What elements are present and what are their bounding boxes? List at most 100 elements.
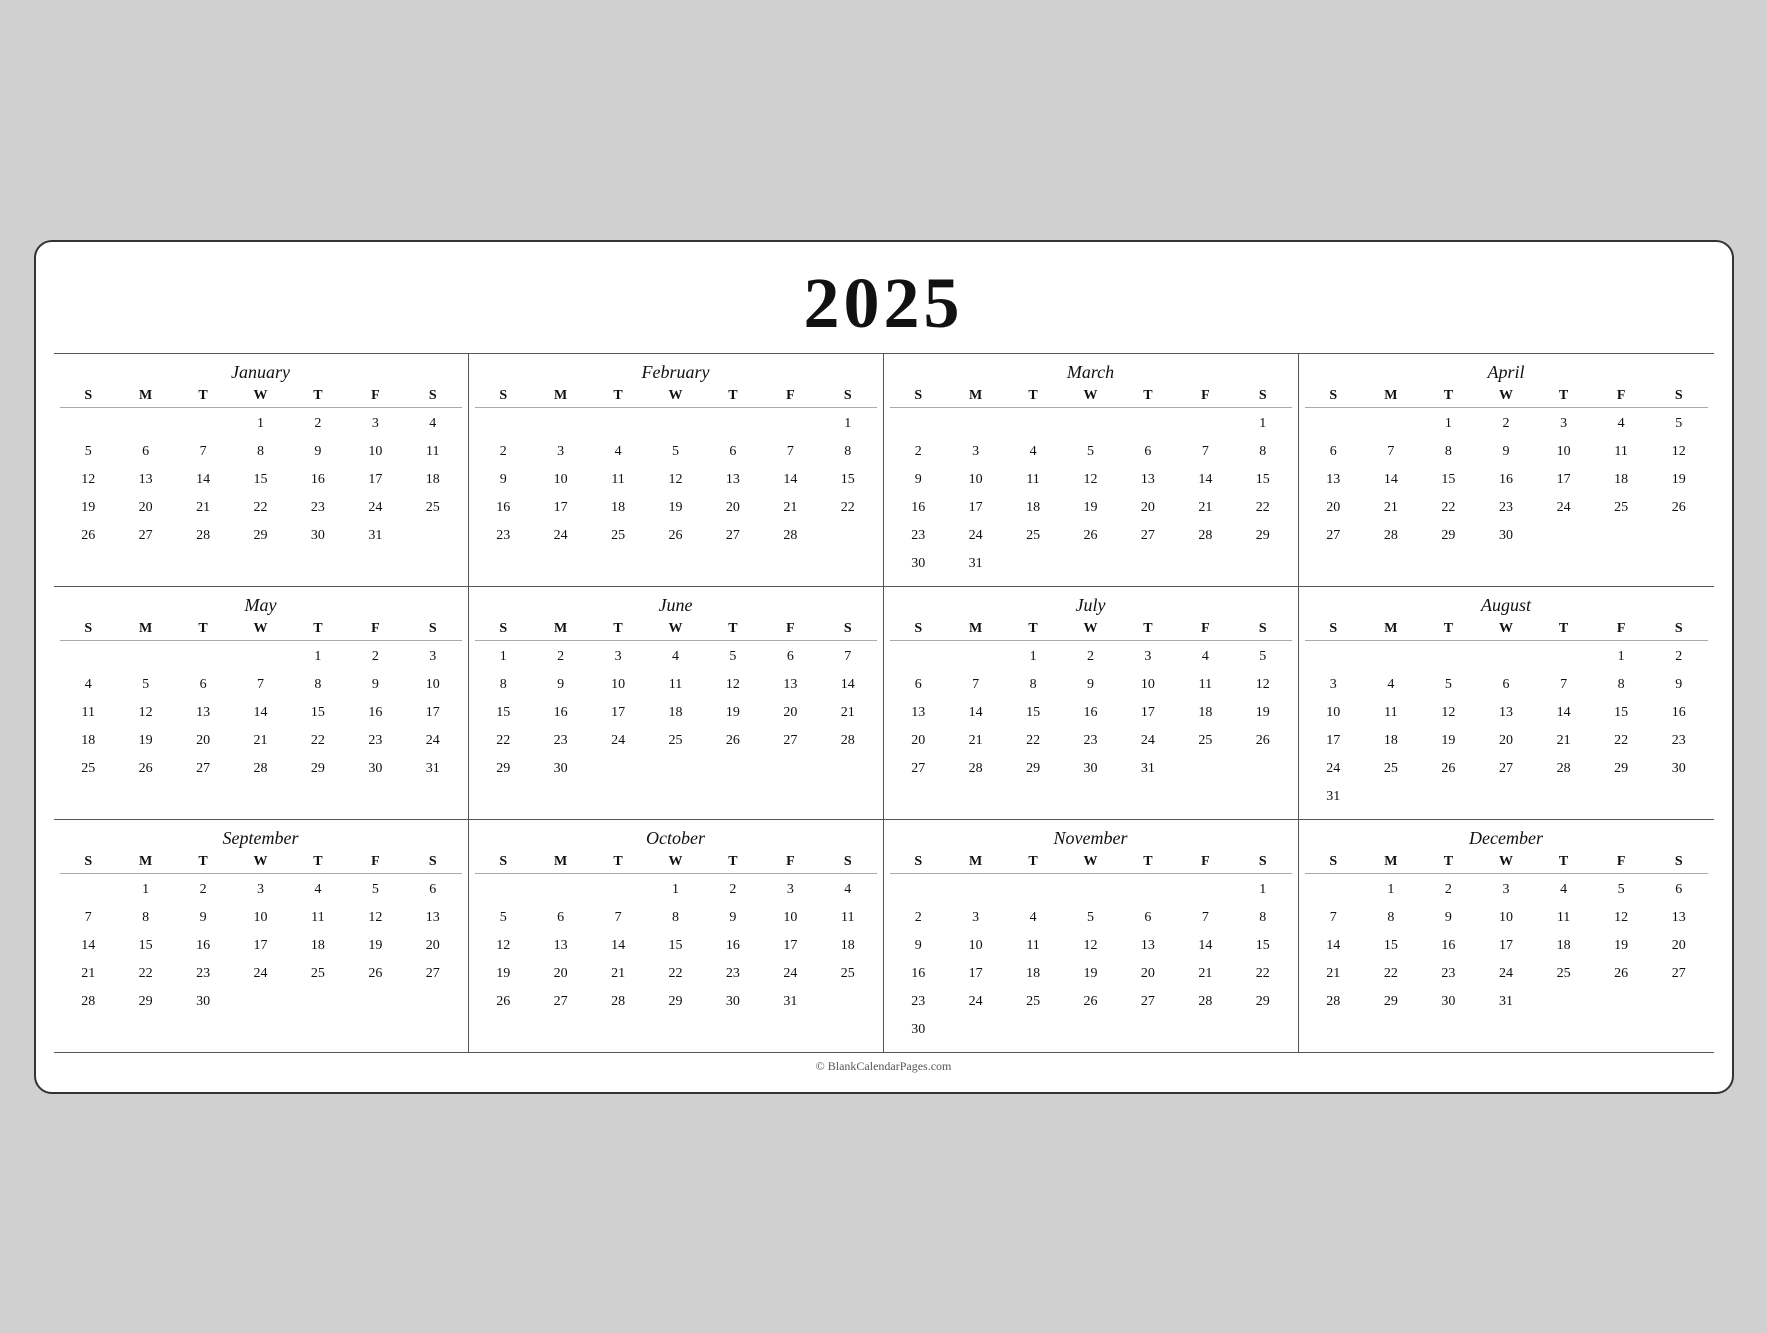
day-header: T	[1535, 618, 1593, 640]
day-header: F	[762, 385, 819, 407]
day-cell: 28	[1535, 755, 1593, 783]
day-cell: 20	[1119, 960, 1176, 988]
day-header: T	[1535, 385, 1593, 407]
empty-cell	[1177, 876, 1234, 904]
day-cell: 25	[404, 494, 461, 522]
day-cell: 6	[704, 438, 761, 466]
month-name: May	[60, 591, 462, 618]
day-cell: 19	[475, 960, 532, 988]
day-cell: 4	[60, 671, 117, 699]
month-name: November	[890, 824, 1292, 851]
day-cell: 13	[762, 671, 819, 699]
day-header: T	[1420, 851, 1478, 873]
day-cell: 23	[347, 727, 404, 755]
day-header: S	[1234, 618, 1291, 640]
day-cell: 14	[1535, 699, 1593, 727]
month-block-may: MaySMTWTFS123456789101112131415161718192…	[54, 587, 469, 820]
empty-cell	[1119, 550, 1176, 578]
day-cell: 28	[60, 988, 117, 1016]
day-cell: 30	[890, 1016, 947, 1044]
day-cell: 6	[1119, 438, 1176, 466]
day-cell: 24	[232, 960, 289, 988]
day-cell: 28	[174, 522, 231, 550]
empty-cell	[1062, 410, 1119, 438]
day-cell: 8	[819, 438, 876, 466]
empty-cell	[1477, 783, 1535, 811]
empty-cell	[347, 988, 404, 1016]
day-cell: 2	[174, 876, 231, 904]
day-header: S	[1650, 851, 1708, 873]
day-cell: 17	[404, 699, 461, 727]
day-cell: 9	[704, 904, 761, 932]
day-cell: 8	[475, 671, 532, 699]
day-cell: 28	[1177, 988, 1234, 1016]
day-header: M	[532, 385, 589, 407]
day-cell: 7	[1535, 671, 1593, 699]
day-header: T	[1420, 618, 1478, 640]
day-cell: 3	[1535, 410, 1593, 438]
day-cell: 11	[60, 699, 117, 727]
empty-cell	[1477, 643, 1535, 671]
day-header: S	[475, 851, 532, 873]
day-cell: 23	[1650, 727, 1708, 755]
day-header: M	[532, 618, 589, 640]
day-cell: 14	[762, 466, 819, 494]
day-header: S	[1234, 851, 1291, 873]
empty-cell	[947, 1016, 1004, 1044]
day-cell: 4	[819, 876, 876, 904]
day-cell: 25	[1004, 988, 1061, 1016]
empty-cell	[704, 410, 761, 438]
day-header: T	[1119, 618, 1176, 640]
day-cell: 23	[1062, 727, 1119, 755]
month-name: February	[475, 358, 877, 385]
day-cell: 23	[704, 960, 761, 988]
day-cell: 29	[647, 988, 704, 1016]
month-block-march: MarchSMTWTFS1234567891011121314151617181…	[884, 354, 1299, 587]
day-cell: 23	[1420, 960, 1478, 988]
day-cell: 13	[174, 699, 231, 727]
day-cell: 1	[289, 643, 346, 671]
day-cell: 24	[1477, 960, 1535, 988]
empty-cell	[1362, 643, 1420, 671]
day-cell: 3	[232, 876, 289, 904]
day-cell: 7	[174, 438, 231, 466]
day-header: W	[232, 618, 289, 640]
day-cell: 9	[475, 466, 532, 494]
day-cell: 25	[1535, 960, 1593, 988]
day-cell: 2	[289, 410, 346, 438]
empty-cell	[704, 755, 761, 783]
day-header: S	[819, 618, 876, 640]
day-header: W	[647, 385, 704, 407]
day-cell: 25	[819, 960, 876, 988]
day-cell: 4	[647, 643, 704, 671]
day-cell: 8	[1592, 671, 1650, 699]
day-cell: 7	[1362, 438, 1420, 466]
day-cell: 12	[1062, 466, 1119, 494]
day-cell: 13	[404, 904, 461, 932]
empty-cell	[1177, 410, 1234, 438]
day-cell: 26	[704, 727, 761, 755]
day-cell: 24	[347, 494, 404, 522]
day-cell: 10	[1477, 904, 1535, 932]
day-cell: 22	[1234, 494, 1291, 522]
day-cell: 29	[1004, 755, 1061, 783]
day-cell: 7	[60, 904, 117, 932]
day-cell: 22	[232, 494, 289, 522]
empty-cell	[532, 410, 589, 438]
day-cell: 7	[1177, 438, 1234, 466]
day-cell: 30	[347, 755, 404, 783]
day-cell: 19	[704, 699, 761, 727]
empty-cell	[1535, 988, 1593, 1016]
day-cell: 20	[890, 727, 947, 755]
day-header: S	[60, 385, 117, 407]
day-cell: 25	[60, 755, 117, 783]
day-cell: 30	[890, 550, 947, 578]
month-name: June	[475, 591, 877, 618]
calendar-container: 2025 JanuarySMTWTFS123456789101112131415…	[34, 240, 1734, 1094]
day-cell: 1	[1234, 410, 1291, 438]
day-cell: 5	[1592, 876, 1650, 904]
day-cell: 4	[1362, 671, 1420, 699]
empty-cell	[60, 643, 117, 671]
day-cell: 10	[1535, 438, 1593, 466]
day-cell: 15	[232, 466, 289, 494]
